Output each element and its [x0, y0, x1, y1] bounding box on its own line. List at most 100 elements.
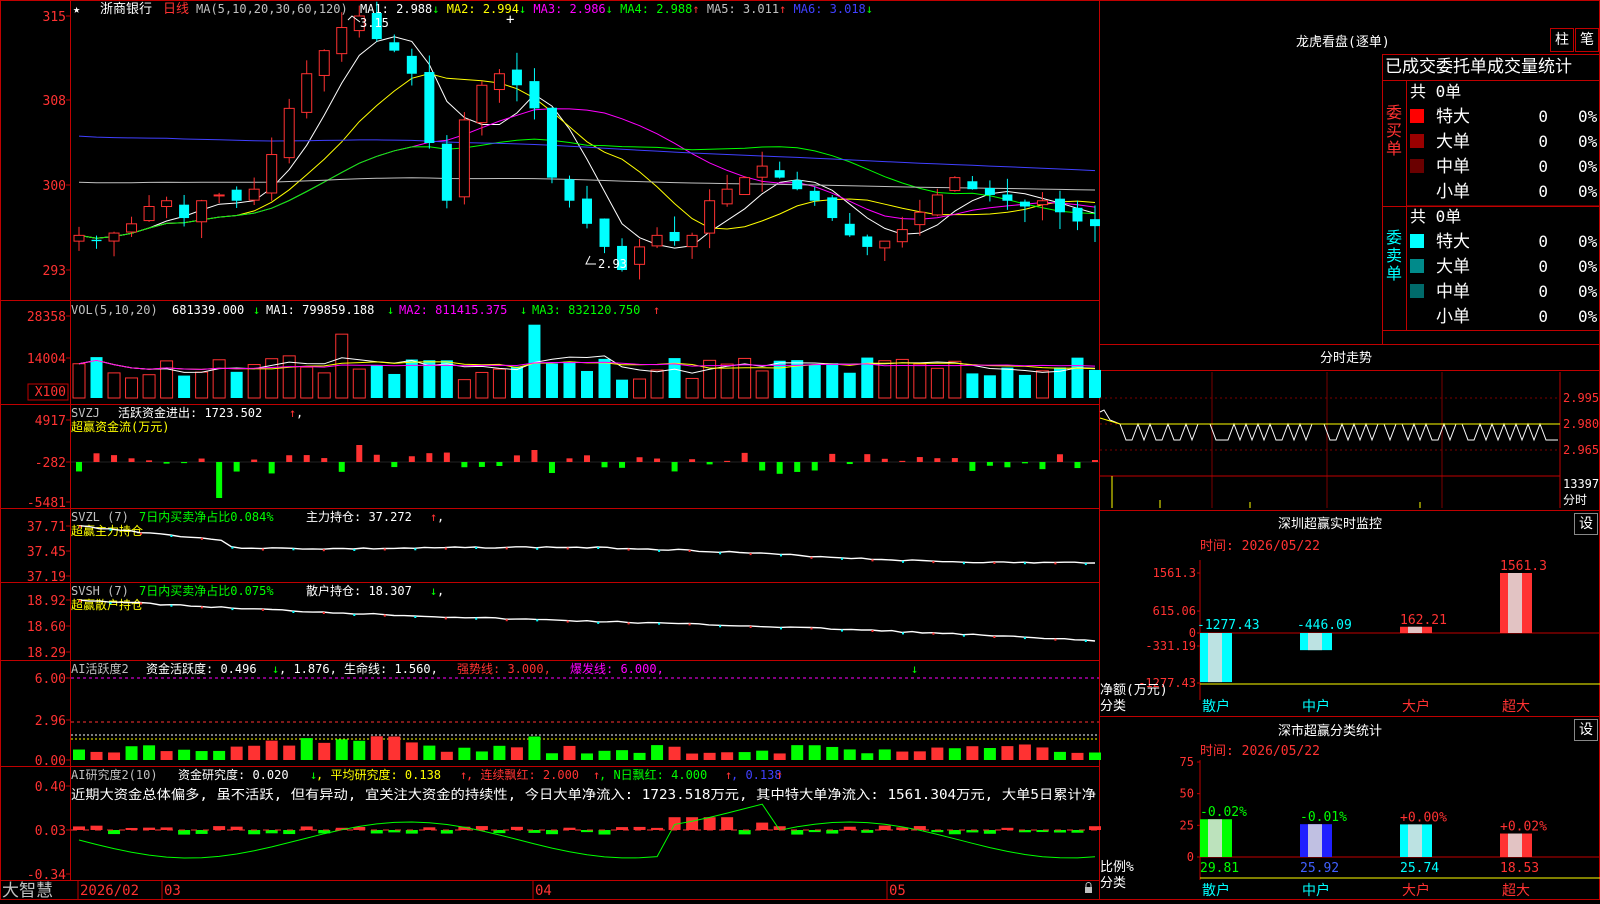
research-bar	[108, 830, 120, 834]
classify-category-label: 大户	[1402, 882, 1430, 899]
research-bar	[879, 826, 891, 830]
monitor-settings-button[interactable]: 设	[1574, 513, 1598, 535]
volume-bar-down	[91, 357, 103, 398]
flow-bar-in	[952, 458, 958, 462]
ai2-avg: , 平均研究度: 0.138	[316, 767, 441, 782]
activity-bar	[669, 747, 681, 760]
research-bar	[949, 830, 961, 834]
activity-bar	[826, 747, 838, 760]
activity-bar	[371, 736, 383, 760]
flow-bar-in	[356, 445, 362, 462]
activity-bar	[563, 746, 575, 760]
volume-bar-down	[1089, 370, 1101, 398]
candle-down	[1055, 199, 1065, 213]
candle-up	[144, 207, 154, 221]
ai1-activity: 资金活跃度: 0.496	[146, 661, 257, 676]
activity-bar	[231, 747, 243, 760]
research-bar	[213, 826, 225, 830]
tab-bar-view[interactable]: 柱	[1550, 28, 1574, 52]
activity-bar	[791, 745, 803, 760]
tab-tick-view[interactable]: 笔	[1575, 28, 1599, 52]
research-bar	[826, 830, 838, 834]
holding-dot	[1054, 562, 1056, 564]
holding-dot	[262, 549, 264, 551]
ai2-bars	[71, 804, 1101, 858]
side-label-char: 单	[1386, 139, 1402, 158]
holding-dot	[1085, 640, 1087, 642]
holding-dot	[872, 559, 874, 561]
classify-value: 29.81	[1200, 861, 1239, 876]
volume-bar-up	[126, 378, 138, 398]
activity-bar	[336, 739, 348, 760]
candle-down	[179, 205, 189, 218]
y-tick-label: -5481	[27, 496, 66, 511]
row-pct: 0%	[1578, 182, 1598, 201]
flow-bar-out	[216, 462, 222, 498]
ma-legend-item-6: MA6: 3.018	[794, 2, 866, 16]
holding-dot	[750, 553, 752, 555]
ai2-research: 资金研究度: 0.020	[178, 767, 289, 782]
activity-bar	[581, 753, 593, 760]
candle-up	[197, 201, 207, 222]
brand-logo: 大智慧	[2, 881, 53, 900]
activity-bar	[1071, 753, 1083, 760]
ai2-arrow5: ↑	[776, 768, 783, 782]
research-bar	[73, 826, 85, 830]
svzj-name: SVZJ	[71, 406, 100, 420]
holding-dot	[140, 533, 142, 535]
activity-bar	[493, 746, 505, 760]
volume-bar-up	[248, 365, 260, 398]
y-tick-label: 28358	[27, 310, 66, 325]
candle-down	[985, 188, 995, 195]
period-label[interactable]: 日线	[163, 2, 189, 17]
flow-bar-out	[777, 462, 783, 474]
activity-bar	[423, 746, 435, 760]
monitor-date: 时间: 2026/05/22	[1200, 539, 1320, 554]
row-swatch	[1410, 109, 1424, 123]
svzl-tail: ,	[437, 510, 444, 524]
row-count: 0	[1538, 182, 1548, 201]
holding-dot	[780, 627, 782, 629]
activity-bar	[896, 752, 908, 760]
flow-bar-in	[426, 453, 432, 462]
holding-dot	[1024, 637, 1026, 639]
volume-y-axis: 2835814004X100	[27, 310, 71, 400]
intraday-y-label: 2.995	[1563, 391, 1599, 405]
candle-down	[424, 72, 434, 143]
classify-settings-button[interactable]: 设	[1574, 719, 1598, 741]
sell-total: 共 0单	[1410, 207, 1461, 226]
activity-bar	[774, 753, 786, 760]
svsh-subtitle: 超赢散户持仓	[71, 597, 143, 612]
monitor-bar-value: 1561.3	[1500, 559, 1547, 574]
holding-dot	[841, 630, 843, 632]
flow-bar-in	[129, 458, 135, 462]
monitor-bar-shine	[1308, 633, 1322, 650]
row-name: 中单	[1436, 282, 1470, 302]
volume-header: VOL(5,10,20) 681339.000 ↓ MA1: 799859.18…	[71, 303, 660, 317]
ma-legend-arrow-3: ↓	[606, 2, 620, 16]
activity-bar	[616, 750, 628, 760]
monitor-chart: 1561.3615.060-331.19-1277.43-1277.43散户-4…	[1138, 559, 1600, 715]
flow-bar-out	[602, 462, 608, 467]
flow-bar-in	[251, 460, 257, 462]
row-pct: 0%	[1578, 257, 1598, 276]
lock-icon[interactable]	[1085, 883, 1092, 894]
holding-dot	[292, 611, 294, 613]
flow-bar-in	[146, 460, 152, 462]
holding-dot	[201, 538, 203, 540]
holding-dot	[445, 548, 447, 550]
holding-dot	[719, 552, 721, 554]
holding-dot	[262, 609, 264, 611]
holding-dot	[811, 628, 813, 630]
ma-legend-arrow-2: ↓	[519, 2, 533, 16]
flow-bar-out	[391, 462, 397, 467]
holding-dot	[79, 600, 81, 602]
volume-bar-up	[651, 370, 663, 398]
flow-bar-in	[689, 459, 695, 462]
row-swatch	[1410, 134, 1424, 148]
volume-bar-down	[178, 376, 190, 398]
holding-dot	[536, 619, 538, 621]
volume-bar-up	[353, 369, 365, 398]
classify-change: -0.02%	[1200, 805, 1247, 820]
favorite-star-icon[interactable]: ★	[73, 2, 80, 16]
